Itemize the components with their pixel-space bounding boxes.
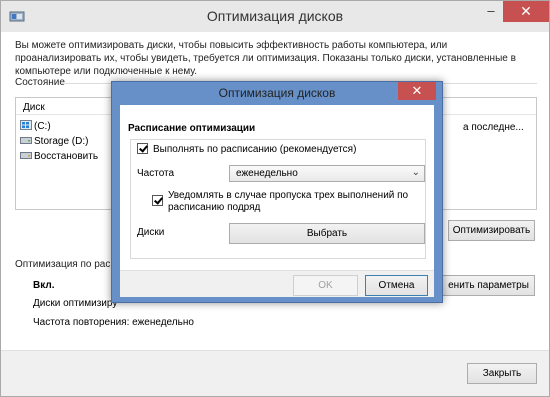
minimize-button[interactable]: –: [477, 1, 505, 23]
run-on-schedule-label[interactable]: Выполнять по расписанию (рекомендуется): [153, 144, 356, 155]
notify-label-line2[interactable]: расписанию подряд: [168, 202, 260, 213]
last-run-column-partial: а последне...: [463, 122, 524, 133]
schedule-status: Вкл.: [33, 280, 55, 291]
schedule-section-label: Оптимизация по распи: [15, 259, 122, 270]
main-titlebar: Оптимизация дисков – ✕: [1, 1, 549, 32]
dialog-body: Расписание оптимизации Выполнять по расп…: [120, 105, 434, 297]
schedule-frequency-text: Частота повторения: еженедельно: [33, 317, 194, 328]
recovery-drive-icon: [20, 150, 32, 160]
list-item[interactable]: (C:): [20, 120, 51, 134]
frequency-select[interactable]: еженедельно ⌄: [229, 165, 425, 182]
drive-label: Storage (D:): [34, 136, 89, 147]
hard-drive-icon: [20, 135, 32, 145]
dialog-footer: OK Отмена: [120, 270, 434, 297]
optimize-button[interactable]: Оптимизировать: [448, 220, 535, 241]
change-settings-button[interactable]: енить параметры: [442, 275, 535, 296]
cancel-button[interactable]: Отмена: [365, 275, 428, 296]
schedule-disks-text: Диски оптимизиру: [33, 298, 118, 309]
frequency-label: Частота: [137, 168, 175, 179]
choose-disks-button[interactable]: Выбрать: [229, 223, 425, 244]
dialog-title: Оптимизация дисков: [218, 86, 336, 100]
drive-label: (C:): [34, 121, 51, 132]
main-footer: Закрыть: [1, 350, 549, 396]
schedule-settings-group: Выполнять по расписанию (рекомендуется) …: [130, 139, 426, 259]
main-window-title: Оптимизация дисков: [206, 8, 344, 24]
chevron-down-icon: ⌄: [411, 167, 420, 178]
windows-drive-icon: [20, 120, 32, 130]
run-on-schedule-checkbox[interactable]: [137, 143, 148, 154]
state-section-label: Состояние: [15, 77, 65, 88]
frequency-value: еженедельно: [236, 168, 298, 179]
schedule-dialog: Оптимизация дисков ✕ Расписание оптимиза…: [111, 81, 443, 303]
list-item[interactable]: Storage (D:): [20, 135, 88, 149]
main-close-button[interactable]: ✕: [503, 1, 549, 22]
drive-label: Восстановить: [34, 151, 99, 162]
ok-button[interactable]: OK: [293, 275, 358, 296]
notify-checkbox[interactable]: [152, 195, 163, 206]
disks-label: Диски: [137, 227, 165, 238]
dialog-heading: Расписание оптимизации: [128, 123, 256, 134]
dialog-close-button[interactable]: ✕: [398, 82, 436, 100]
list-item[interactable]: Восстановить: [20, 150, 98, 164]
intro-text: Вы можете оптимизировать диски, чтобы по…: [15, 40, 516, 77]
notify-label-line1[interactable]: Уведомлять в случае пропуска трех выполн…: [168, 190, 408, 201]
close-button[interactable]: Закрыть: [467, 363, 537, 384]
disk-column-label: Диск: [23, 102, 45, 113]
